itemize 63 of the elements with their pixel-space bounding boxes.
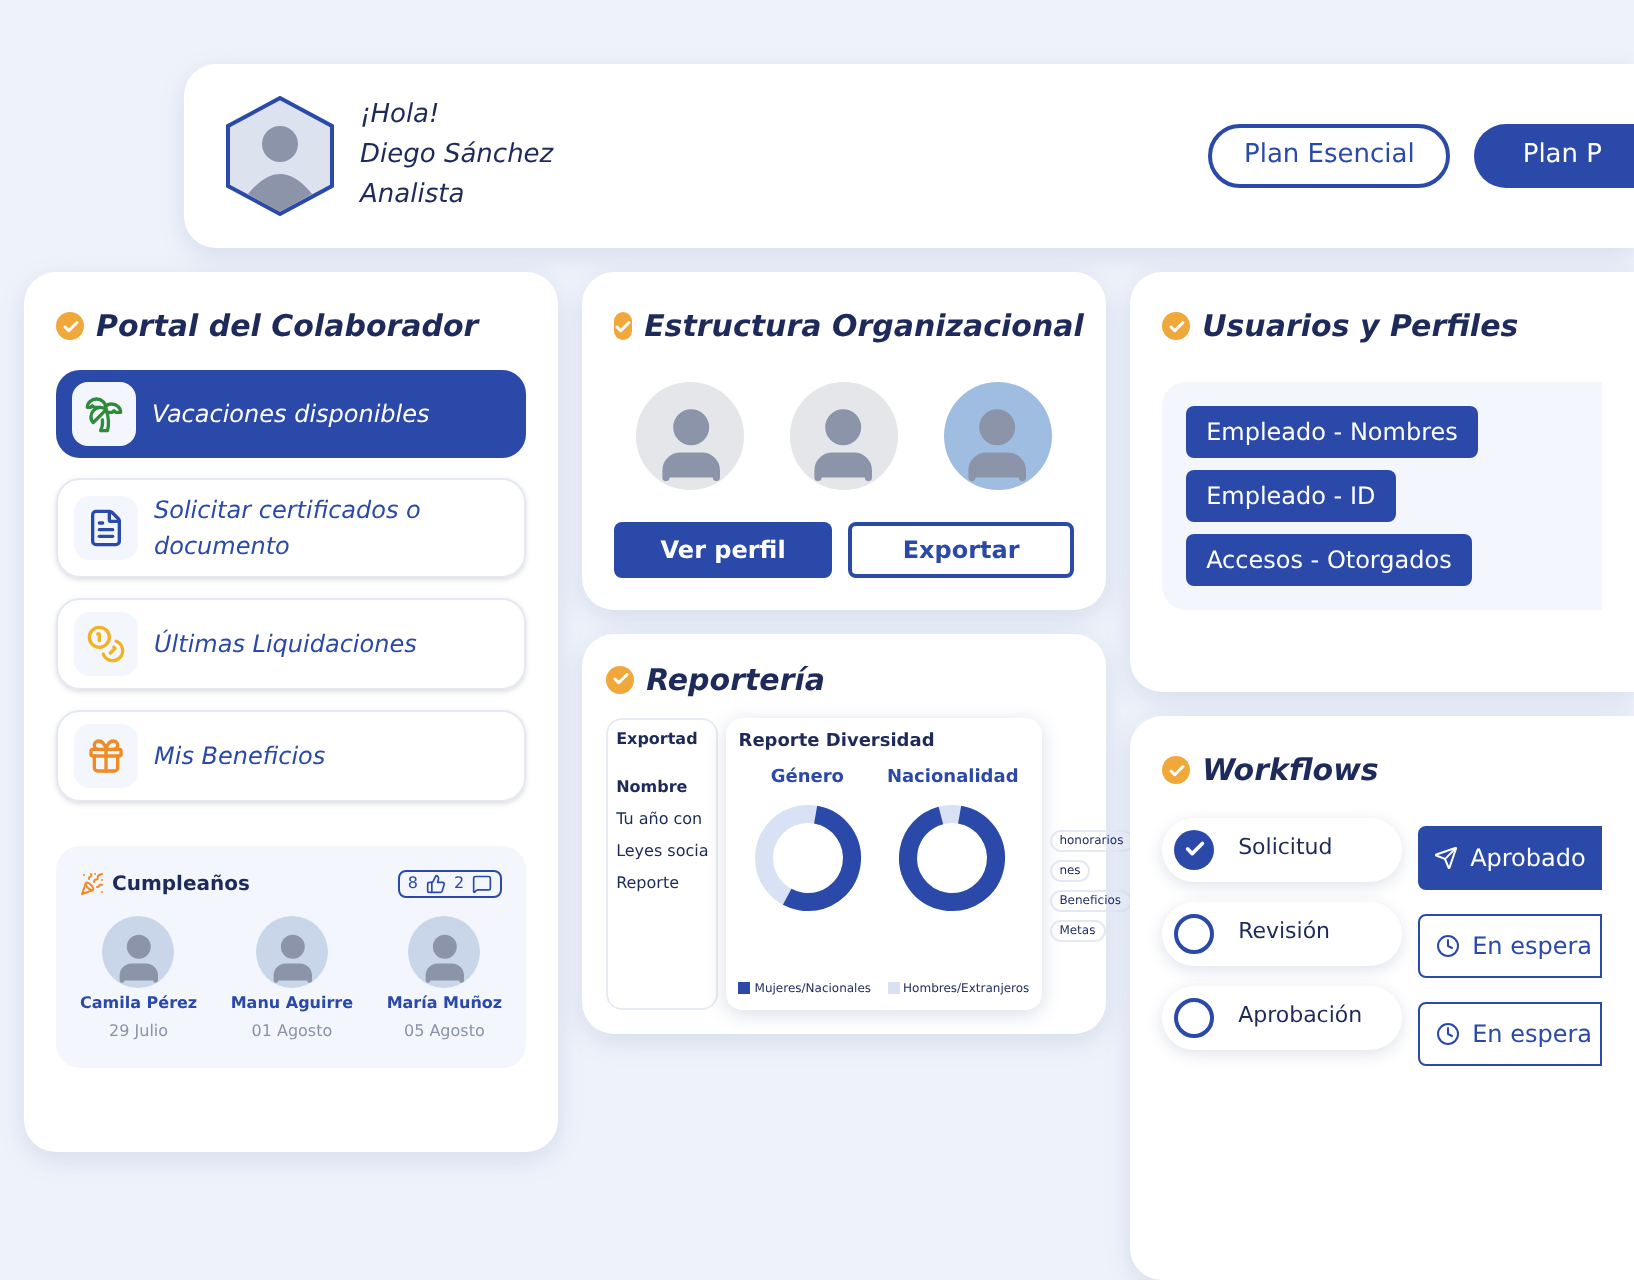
birthday-date: 01 Agosto <box>251 1019 333 1043</box>
avatar-placeholder <box>408 915 481 987</box>
donut-chart <box>749 800 866 916</box>
person-name: Camila Pérez <box>80 991 198 1015</box>
check-badge-icon <box>606 665 635 694</box>
document-icon <box>86 507 126 547</box>
plan-button[interactable]: Plan P <box>1474 124 1634 188</box>
status-button[interactable]: En espera <box>1418 913 1602 977</box>
table-cell: Leyes socia <box>616 840 709 864</box>
card-title: Usuarios y Perfiles <box>1202 306 1519 348</box>
likes-count: 8 <box>407 872 418 896</box>
export-button[interactable]: Exportar <box>848 521 1075 577</box>
legend-swatch-icon <box>887 982 900 994</box>
donut-chart <box>894 800 1011 916</box>
send-icon <box>1434 845 1459 869</box>
portal-menu-item[interactable]: Solicitar certificados o documento <box>56 477 527 577</box>
birthdays-title: Cumpleaños <box>112 871 250 899</box>
workflow-step[interactable]: Solicitud <box>1162 817 1403 881</box>
table-cell-text: Reporte <box>616 872 682 896</box>
view-profile-button[interactable]: Ver perfil <box>614 521 833 577</box>
column-header: Nombre <box>616 776 690 800</box>
portal-menu-item[interactable]: Vacaciones disponibles <box>56 369 527 457</box>
card-title: Workflows <box>1202 750 1379 792</box>
palm-tree-icon <box>84 393 124 433</box>
user-name: Diego Sánchez <box>360 138 554 174</box>
check-badge-icon <box>56 312 84 341</box>
card-title: Portal del Colaborador <box>96 306 479 348</box>
workflow-step[interactable]: Aprobación <box>1162 985 1403 1049</box>
hexagon-avatar-icon <box>224 94 336 218</box>
comments-count: 2 <box>453 872 465 896</box>
table-cell-text: Tu año con <box>616 808 705 832</box>
clock-icon <box>1436 1021 1461 1045</box>
clock-icon <box>1436 933 1461 957</box>
plan-button[interactable]: Plan Esencial <box>1208 124 1451 188</box>
party-popper-icon <box>80 872 104 896</box>
status-button[interactable]: En espera <box>1418 1001 1602 1065</box>
chart-label: Género <box>770 765 844 791</box>
card-title: Reportería <box>646 659 825 701</box>
panel-title: Reporte Diversidad <box>738 730 937 756</box>
portal-menu-item[interactable]: Últimas Liquidaciones <box>56 597 527 689</box>
check-badge-icon <box>1162 756 1191 785</box>
user-role: Analista <box>360 178 467 214</box>
coins-icon <box>86 623 126 663</box>
birthday-date: 05 Agosto <box>403 1019 485 1043</box>
check-badge-icon <box>614 312 633 341</box>
person-name: María Muñoz <box>386 991 503 1015</box>
portal-menu-item[interactable]: Mis Beneficios <box>56 709 527 801</box>
profile-tag: Empleado - ID <box>1186 469 1396 521</box>
profile-tag: Accesos - Otorgados <box>1186 533 1472 585</box>
panel-title: Exportad <box>616 728 700 752</box>
legend-swatch-icon <box>738 982 751 994</box>
status-button[interactable]: Aprobado <box>1418 825 1602 889</box>
person-name: Manu Aguirre <box>230 991 354 1015</box>
birthday-date: 29 Julio <box>109 1019 169 1043</box>
chart-label: Nacionalidad <box>886 765 1019 791</box>
avatar-placeholder <box>255 915 328 987</box>
check-badge-icon <box>1162 312 1191 341</box>
gift-icon <box>86 735 126 775</box>
card-title: Estructura Organizacional <box>644 306 1084 348</box>
workflow-step[interactable]: Revisión <box>1162 901 1403 965</box>
profile-tag: Empleado - Nombres <box>1186 405 1478 457</box>
avatar-placeholder <box>102 915 175 987</box>
greeting-text: ¡Hola! <box>360 98 442 134</box>
